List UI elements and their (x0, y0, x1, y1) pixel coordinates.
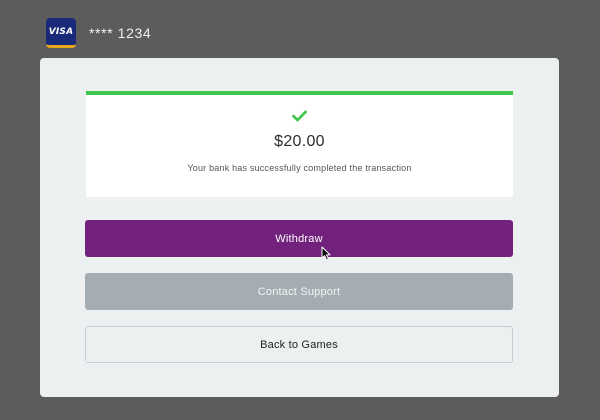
mouse-pointer-icon (321, 246, 331, 261)
transaction-result-box: $20.00 Your bank has successfully comple… (86, 91, 513, 197)
transaction-status-message: Your bank has successfully completed the… (187, 163, 412, 173)
masked-card-number: **** 1234 (89, 25, 152, 41)
transaction-amount: $20.00 (274, 133, 325, 150)
transaction-panel: $20.00 Your bank has successfully comple… (40, 58, 559, 397)
visa-card-icon: VISA (46, 18, 76, 48)
withdraw-button[interactable]: Withdraw (85, 220, 513, 257)
contact-support-button[interactable]: Contact Support (85, 273, 513, 310)
check-icon (292, 110, 307, 122)
payment-card-header: VISA **** 1234 (46, 18, 151, 48)
back-to-games-button[interactable]: Back to Games (85, 326, 513, 363)
